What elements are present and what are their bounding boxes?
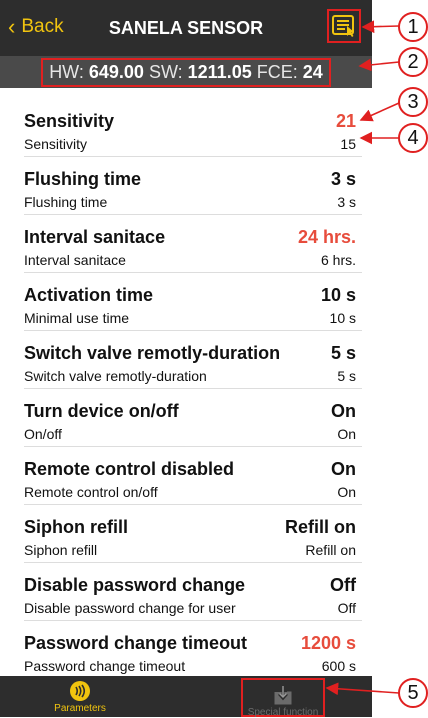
annotation-arrows bbox=[325, 20, 400, 696]
callout-1-arrow bbox=[361, 20, 400, 34]
callout-4: 4 bbox=[398, 123, 428, 153]
callout-2-arrow bbox=[358, 58, 400, 72]
callout-5: 5 bbox=[398, 678, 428, 708]
callout-3-arrow bbox=[359, 102, 400, 122]
callout-1: 1 bbox=[398, 12, 428, 42]
callout-5-arrow bbox=[325, 682, 400, 696]
callout-3: 3 bbox=[398, 87, 428, 117]
callout-2: 2 bbox=[398, 47, 428, 77]
